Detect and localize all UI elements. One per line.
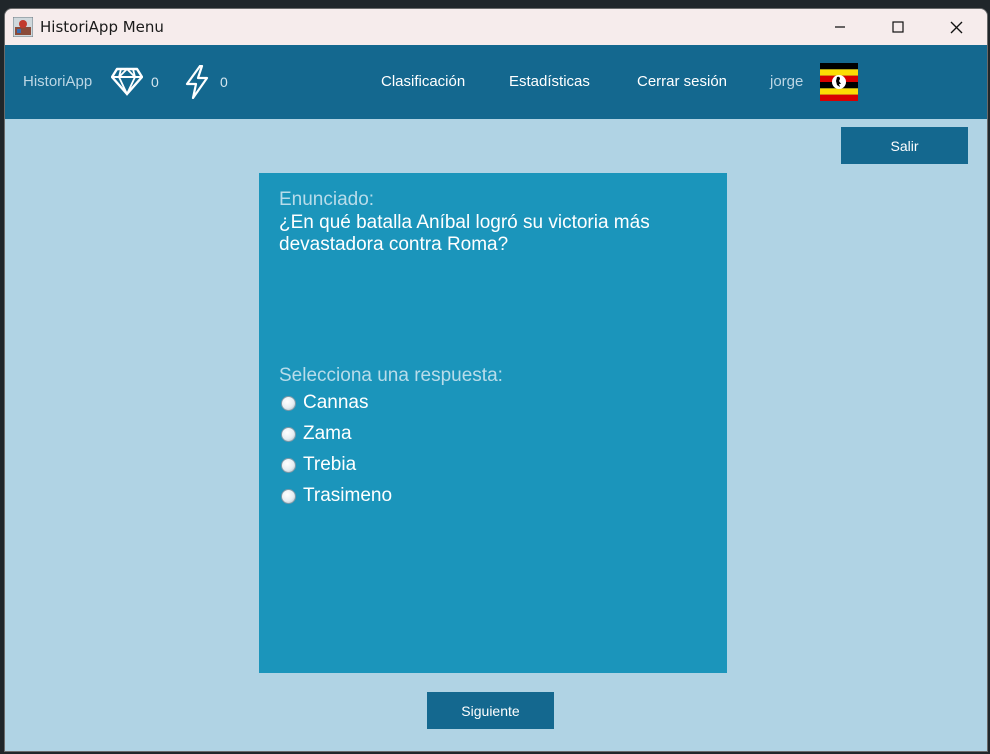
exit-button[interactable]: Salir	[841, 127, 968, 164]
option-label: Zama	[303, 423, 352, 444]
radio-button[interactable]	[281, 426, 296, 442]
option-label: Trebia	[303, 454, 357, 475]
radio-button[interactable]	[281, 395, 296, 411]
answer-option[interactable]: Trebia	[281, 452, 356, 478]
window-title: HistoriApp Menu	[40, 18, 164, 36]
minimize-icon	[835, 26, 845, 28]
next-button[interactable]: Siguiente	[427, 692, 554, 729]
option-label: Cannas	[303, 392, 369, 413]
java-app-icon	[13, 17, 33, 37]
close-button[interactable]	[927, 9, 985, 45]
answer-option[interactable]: Zama	[281, 421, 352, 447]
top-navbar: HistoriApp 0 0 Clasificación Estadística…	[5, 45, 987, 119]
maximize-icon	[892, 21, 904, 33]
question-text: ¿En qué batalla Aníbal logró su victoria…	[279, 212, 650, 255]
uganda-flag-icon[interactable]	[820, 63, 858, 101]
energy-count: 0	[220, 74, 228, 90]
nav-link-stats[interactable]: Estadísticas	[509, 73, 590, 90]
gems-count: 0	[151, 74, 159, 90]
maximize-button[interactable]	[869, 9, 927, 45]
radio-button[interactable]	[281, 488, 296, 504]
answer-option[interactable]: Trasimeno	[281, 483, 392, 509]
answer-prompt: Selecciona una respuesta:	[279, 365, 503, 386]
minimize-button[interactable]	[811, 9, 869, 45]
close-icon	[950, 21, 962, 33]
username-label: jorge	[770, 73, 804, 90]
diamond-icon	[111, 67, 143, 96]
question-heading: Enunciado:	[279, 189, 375, 210]
title-bar: HistoriApp Menu	[5, 9, 987, 45]
brand-label[interactable]: HistoriApp	[23, 73, 92, 90]
lightning-icon	[185, 65, 209, 99]
nav-link-logout[interactable]: Cerrar sesión	[637, 73, 727, 90]
app-window: HistoriApp Menu HistoriApp 0 0 Clasifica…	[4, 8, 988, 752]
nav-link-ranking[interactable]: Clasificación	[381, 73, 465, 90]
answer-option[interactable]: Cannas	[281, 390, 369, 416]
option-label: Trasimeno	[303, 485, 393, 506]
question-card: Enunciado: ¿En qué batalla Aníbal logró …	[259, 173, 727, 673]
radio-button[interactable]	[281, 457, 296, 473]
